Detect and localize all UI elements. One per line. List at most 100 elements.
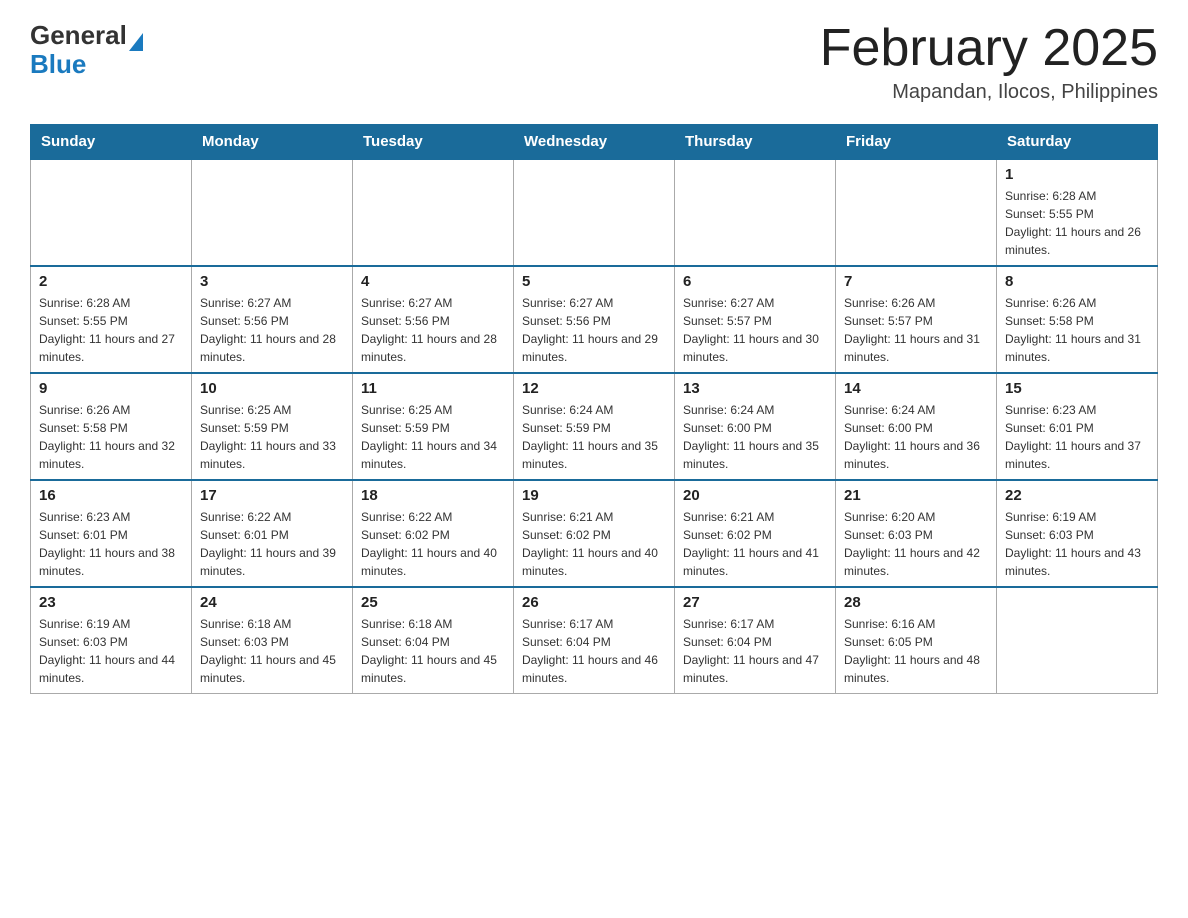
day-info: Sunrise: 6:23 AM Sunset: 6:01 PM Dayligh… xyxy=(39,508,183,580)
calendar-cell: 7 Sunrise: 6:26 AM Sunset: 5:57 PM Daylig… xyxy=(836,266,997,373)
day-info: Sunrise: 6:25 AM Sunset: 5:59 PM Dayligh… xyxy=(361,401,505,473)
calendar-cell: 18 Sunrise: 6:22 AM Sunset: 6:02 PM Dayli… xyxy=(353,480,514,587)
day-number: 7 xyxy=(844,273,988,290)
calendar-header-tuesday: Tuesday xyxy=(353,125,514,160)
day-number: 9 xyxy=(39,380,183,397)
logo-blue-text: Blue xyxy=(30,49,86,79)
day-info: Sunrise: 6:24 AM Sunset: 6:00 PM Dayligh… xyxy=(683,401,827,473)
calendar-cell: 5 Sunrise: 6:27 AM Sunset: 5:56 PM Daylig… xyxy=(514,266,675,373)
day-number: 26 xyxy=(522,594,666,611)
day-info: Sunrise: 6:17 AM Sunset: 6:04 PM Dayligh… xyxy=(683,615,827,687)
day-info: Sunrise: 6:26 AM Sunset: 5:58 PM Dayligh… xyxy=(39,401,183,473)
calendar-cell: 23 Sunrise: 6:19 AM Sunset: 6:03 PM Dayli… xyxy=(31,587,192,694)
day-number: 27 xyxy=(683,594,827,611)
calendar-header-sunday: Sunday xyxy=(31,125,192,160)
calendar-cell xyxy=(31,159,192,266)
calendar-cell: 15 Sunrise: 6:23 AM Sunset: 6:01 PM Dayli… xyxy=(997,373,1158,480)
day-number: 14 xyxy=(844,380,988,397)
calendar-week-row: 9 Sunrise: 6:26 AM Sunset: 5:58 PM Daylig… xyxy=(31,373,1158,480)
day-info: Sunrise: 6:21 AM Sunset: 6:02 PM Dayligh… xyxy=(683,508,827,580)
day-info: Sunrise: 6:27 AM Sunset: 5:57 PM Dayligh… xyxy=(683,294,827,366)
day-info: Sunrise: 6:19 AM Sunset: 6:03 PM Dayligh… xyxy=(1005,508,1149,580)
day-number: 12 xyxy=(522,380,666,397)
calendar-cell xyxy=(836,159,997,266)
day-number: 11 xyxy=(361,380,505,397)
logo: General Blue xyxy=(30,20,143,78)
day-number: 17 xyxy=(200,487,344,504)
logo-general-text: General xyxy=(30,20,127,51)
day-number: 18 xyxy=(361,487,505,504)
day-info: Sunrise: 6:23 AM Sunset: 6:01 PM Dayligh… xyxy=(1005,401,1149,473)
calendar-cell: 27 Sunrise: 6:17 AM Sunset: 6:04 PM Dayli… xyxy=(675,587,836,694)
day-number: 8 xyxy=(1005,273,1149,290)
day-info: Sunrise: 6:22 AM Sunset: 6:02 PM Dayligh… xyxy=(361,508,505,580)
day-info: Sunrise: 6:27 AM Sunset: 5:56 PM Dayligh… xyxy=(361,294,505,366)
calendar-cell xyxy=(514,159,675,266)
day-number: 20 xyxy=(683,487,827,504)
day-number: 10 xyxy=(200,380,344,397)
day-info: Sunrise: 6:26 AM Sunset: 5:57 PM Dayligh… xyxy=(844,294,988,366)
day-number: 3 xyxy=(200,273,344,290)
day-info: Sunrise: 6:27 AM Sunset: 5:56 PM Dayligh… xyxy=(200,294,344,366)
day-info: Sunrise: 6:24 AM Sunset: 5:59 PM Dayligh… xyxy=(522,401,666,473)
day-info: Sunrise: 6:20 AM Sunset: 6:03 PM Dayligh… xyxy=(844,508,988,580)
calendar-header-thursday: Thursday xyxy=(675,125,836,160)
day-number: 22 xyxy=(1005,487,1149,504)
location-title: Mapandan, Ilocos, Philippines xyxy=(820,81,1158,104)
day-number: 13 xyxy=(683,380,827,397)
calendar-header-row: SundayMondayTuesdayWednesdayThursdayFrid… xyxy=(31,125,1158,160)
day-info: Sunrise: 6:16 AM Sunset: 6:05 PM Dayligh… xyxy=(844,615,988,687)
day-number: 25 xyxy=(361,594,505,611)
day-info: Sunrise: 6:22 AM Sunset: 6:01 PM Dayligh… xyxy=(200,508,344,580)
day-number: 4 xyxy=(361,273,505,290)
day-number: 24 xyxy=(200,594,344,611)
day-number: 16 xyxy=(39,487,183,504)
calendar-cell: 20 Sunrise: 6:21 AM Sunset: 6:02 PM Dayli… xyxy=(675,480,836,587)
calendar-cell xyxy=(192,159,353,266)
calendar-cell: 3 Sunrise: 6:27 AM Sunset: 5:56 PM Daylig… xyxy=(192,266,353,373)
page-header: General Blue February 2025 Mapandan, Ilo… xyxy=(30,20,1158,104)
calendar-header-friday: Friday xyxy=(836,125,997,160)
day-number: 19 xyxy=(522,487,666,504)
calendar-cell xyxy=(675,159,836,266)
day-number: 21 xyxy=(844,487,988,504)
day-number: 1 xyxy=(1005,166,1149,183)
calendar-cell: 16 Sunrise: 6:23 AM Sunset: 6:01 PM Dayli… xyxy=(31,480,192,587)
calendar-cell: 17 Sunrise: 6:22 AM Sunset: 6:01 PM Dayli… xyxy=(192,480,353,587)
calendar-cell: 1 Sunrise: 6:28 AM Sunset: 5:55 PM Daylig… xyxy=(997,159,1158,266)
day-number: 2 xyxy=(39,273,183,290)
calendar-week-row: 2Sunrise: 6:28 AM Sunset: 5:55 PM Daylig… xyxy=(31,266,1158,373)
day-number: 5 xyxy=(522,273,666,290)
calendar-week-row: 1 Sunrise: 6:28 AM Sunset: 5:55 PM Daylig… xyxy=(31,159,1158,266)
calendar-header-wednesday: Wednesday xyxy=(514,125,675,160)
day-number: 23 xyxy=(39,594,183,611)
calendar-header-monday: Monday xyxy=(192,125,353,160)
day-info: Sunrise: 6:27 AM Sunset: 5:56 PM Dayligh… xyxy=(522,294,666,366)
calendar-week-row: 23 Sunrise: 6:19 AM Sunset: 6:03 PM Dayli… xyxy=(31,587,1158,694)
day-info: Sunrise: 6:25 AM Sunset: 5:59 PM Dayligh… xyxy=(200,401,344,473)
day-info: Sunrise: 6:26 AM Sunset: 5:58 PM Dayligh… xyxy=(1005,294,1149,366)
calendar-cell: 8 Sunrise: 6:26 AM Sunset: 5:58 PM Daylig… xyxy=(997,266,1158,373)
calendar-cell: 14Sunrise: 6:24 AM Sunset: 6:00 PM Dayli… xyxy=(836,373,997,480)
calendar-table: SundayMondayTuesdayWednesdayThursdayFrid… xyxy=(30,124,1158,694)
calendar-week-row: 16 Sunrise: 6:23 AM Sunset: 6:01 PM Dayli… xyxy=(31,480,1158,587)
logo-arrow-icon xyxy=(129,33,143,51)
day-info: Sunrise: 6:28 AM Sunset: 5:55 PM Dayligh… xyxy=(1005,187,1149,259)
day-info: Sunrise: 6:17 AM Sunset: 6:04 PM Dayligh… xyxy=(522,615,666,687)
calendar-cell: 13 Sunrise: 6:24 AM Sunset: 6:00 PM Dayli… xyxy=(675,373,836,480)
day-number: 28 xyxy=(844,594,988,611)
calendar-cell: 12 Sunrise: 6:24 AM Sunset: 5:59 PM Dayli… xyxy=(514,373,675,480)
calendar-cell: 6 Sunrise: 6:27 AM Sunset: 5:57 PM Daylig… xyxy=(675,266,836,373)
day-info: Sunrise: 6:19 AM Sunset: 6:03 PM Dayligh… xyxy=(39,615,183,687)
day-info: Sunrise: 6:18 AM Sunset: 6:04 PM Dayligh… xyxy=(361,615,505,687)
day-number: 15 xyxy=(1005,380,1149,397)
calendar-cell: 26 Sunrise: 6:17 AM Sunset: 6:04 PM Dayli… xyxy=(514,587,675,694)
calendar-header-saturday: Saturday xyxy=(997,125,1158,160)
day-info: Sunrise: 6:18 AM Sunset: 6:03 PM Dayligh… xyxy=(200,615,344,687)
calendar-cell: 10 Sunrise: 6:25 AM Sunset: 5:59 PM Dayli… xyxy=(192,373,353,480)
title-section: February 2025 Mapandan, Ilocos, Philippi… xyxy=(820,20,1158,104)
day-number: 6 xyxy=(683,273,827,290)
calendar-cell: 22 Sunrise: 6:19 AM Sunset: 6:03 PM Dayli… xyxy=(997,480,1158,587)
calendar-cell: 28 Sunrise: 6:16 AM Sunset: 6:05 PM Dayli… xyxy=(836,587,997,694)
day-info: Sunrise: 6:21 AM Sunset: 6:02 PM Dayligh… xyxy=(522,508,666,580)
